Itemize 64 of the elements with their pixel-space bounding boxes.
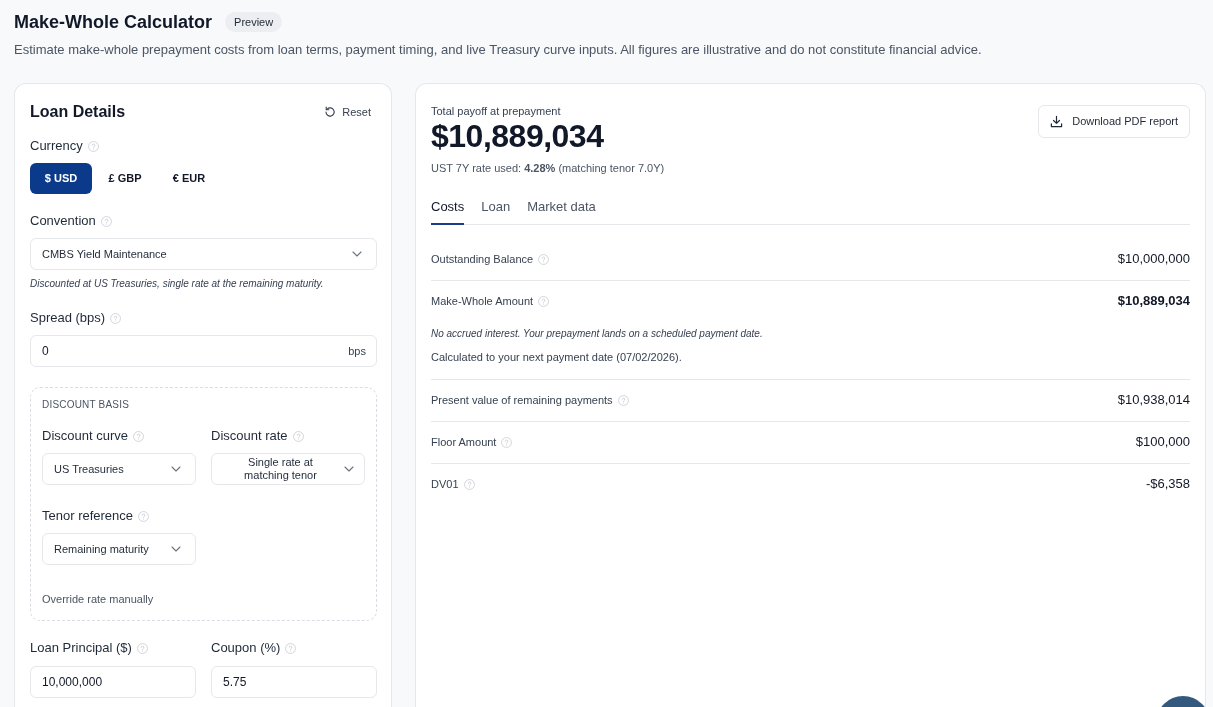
option-select[interactable]: US Treasuries xyxy=(42,453,196,485)
row-label: DV01 xyxy=(431,477,459,492)
row-value: $100,000 xyxy=(1135,434,1190,450)
note-text: No accrued interest. Your prepayment lands on a scheduled payment date. xyxy=(431,327,764,341)
chevron-down-icon xyxy=(171,466,181,472)
download-button[interactable]: Download PDF report xyxy=(1038,105,1190,138)
field-label: Discount curve xyxy=(42,427,128,445)
field-note: Discounted at US Treasuries, single rate at the remaining maturity. xyxy=(30,277,325,291)
row-value: -$6,358 xyxy=(1145,476,1190,492)
convention-select[interactable]: CMBS Yield Maintenance xyxy=(30,238,377,270)
option-select[interactable]: Single rate at matching tenor xyxy=(211,453,365,485)
field-label: Loan Principal ($) xyxy=(30,639,132,657)
field-label: Convention xyxy=(30,212,96,230)
currency-option[interactable]: $ USD xyxy=(30,163,92,194)
download-icon xyxy=(1050,115,1064,128)
help-icon xyxy=(136,642,148,654)
currency-option[interactable]: € EUR xyxy=(158,163,220,194)
help-icon xyxy=(110,312,122,324)
help-icon xyxy=(138,510,150,522)
total-amount: $10,889,034 xyxy=(431,118,605,154)
tab[interactable]: Market data xyxy=(527,197,596,225)
tab[interactable]: Loan xyxy=(481,197,511,225)
number-input[interactable]: 5.75 xyxy=(211,666,377,698)
unit-label: bps xyxy=(348,344,366,358)
field-label: Tenor reference xyxy=(42,507,134,525)
row-label: Floor Amount xyxy=(431,435,497,450)
row-label: Present value of remaining payments xyxy=(431,393,613,408)
help-icon xyxy=(100,215,112,227)
rate-note: UST 7Y rate used: 4.28% (matching tenor 7.0Y) xyxy=(431,161,665,175)
tab[interactable]: Costs xyxy=(431,197,465,225)
page-title: Make-Whole Calculator xyxy=(14,11,213,33)
help-icon xyxy=(617,394,629,406)
row-value: $10,938,014 xyxy=(1117,392,1190,408)
help-icon xyxy=(463,478,475,490)
preview-badge: Preview xyxy=(225,12,283,32)
circular-arrow-icon xyxy=(324,106,337,118)
note-text: Calculated to your next payment date (07/02/2026). xyxy=(431,350,683,364)
total-label: Total payoff at prepayment xyxy=(431,104,562,118)
field-label: Discount rate xyxy=(211,427,288,445)
section-heading: DISCOUNT BASIS xyxy=(42,398,131,412)
chevron-down-icon xyxy=(352,251,362,257)
help-icon xyxy=(538,253,550,265)
panel-title: Loan Details xyxy=(30,102,126,122)
chevron-down-icon xyxy=(171,546,181,552)
currency-option[interactable]: £ GBP xyxy=(94,163,156,194)
help-icon xyxy=(133,430,144,442)
number-input[interactable]: 10,000,000 xyxy=(30,666,196,698)
help-icon xyxy=(538,295,550,307)
chevron-down-icon xyxy=(344,466,354,472)
page-subtitle: Estimate make-whole prepayment costs from loan terms, payment timing, and live Treasury curve inputs. All figures are illustrative and do not constitute financial advice. xyxy=(14,41,983,59)
field-label: Spread (bps) xyxy=(30,309,106,327)
help-icon xyxy=(501,436,513,448)
row-value: $10,000,000 xyxy=(1117,251,1190,267)
field-label: Coupon (%) xyxy=(211,639,281,657)
help-icon xyxy=(87,140,99,152)
row-label: Make-Whole Amount xyxy=(431,294,534,309)
option-select[interactable]: Remaining maturity xyxy=(42,533,196,565)
override-toggle-label[interactable]: Override rate manually xyxy=(42,591,154,607)
field-label: Currency xyxy=(30,137,83,155)
help-icon xyxy=(292,430,304,442)
row-label: Outstanding Balance xyxy=(431,252,534,267)
help-icon xyxy=(285,642,297,654)
row-value: $10,889,034 xyxy=(1117,293,1190,309)
reset-button[interactable]: Reset xyxy=(324,105,377,119)
